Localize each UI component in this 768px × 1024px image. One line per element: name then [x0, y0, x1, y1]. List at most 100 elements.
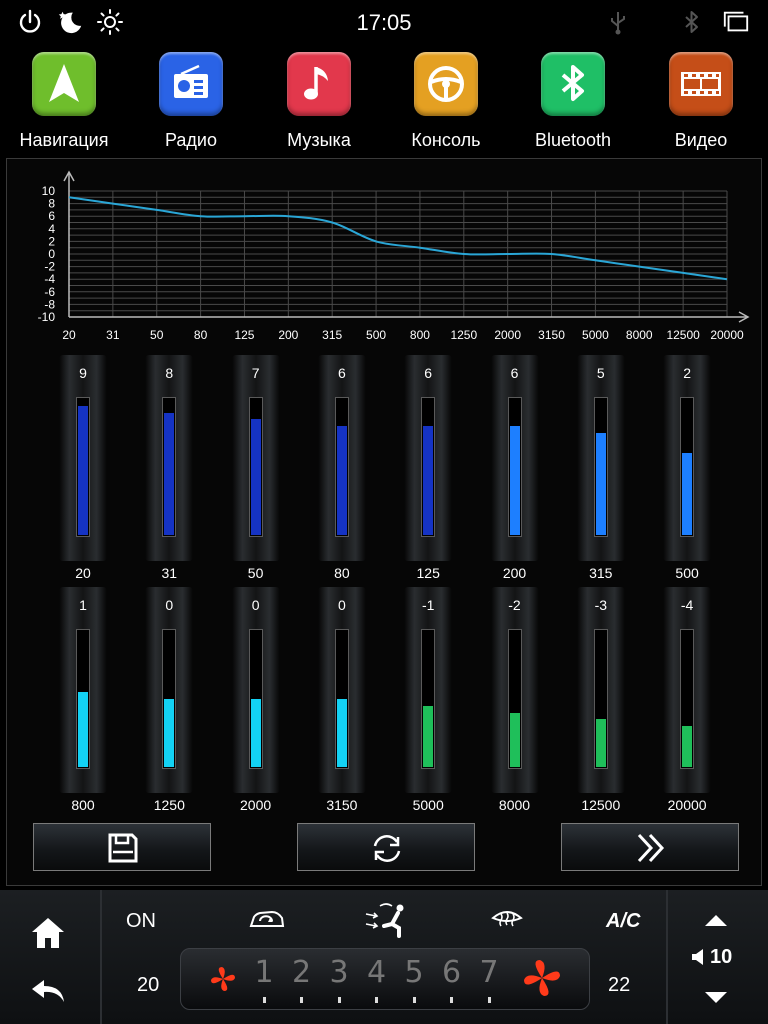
eq-slider-fill — [164, 699, 175, 767]
app-music[interactable]: Музыка — [256, 52, 382, 152]
x-tick-label: 50 — [150, 328, 164, 342]
eq-slider-track[interactable] — [76, 629, 90, 769]
volume-down-icon[interactable] — [702, 990, 730, 1006]
eq-slider-20000[interactable]: -4 — [663, 587, 712, 793]
volume-level: 10 — [710, 946, 733, 968]
eq-slider-5000[interactable]: -1 — [404, 587, 453, 793]
eq-slider-315[interactable]: 5 — [576, 355, 625, 561]
app-label: Навигация — [19, 130, 109, 150]
eq-slider-31[interactable]: 8 — [145, 355, 194, 561]
fan-level-3[interactable]: 3 — [324, 955, 354, 990]
eq-slider-track[interactable] — [421, 397, 436, 537]
eq-slider-track[interactable] — [593, 629, 608, 769]
eq-slider-200[interactable]: 6 — [490, 355, 539, 561]
eq-slider-track[interactable] — [421, 629, 436, 769]
steering-wheel-icon — [428, 66, 464, 102]
fan-level-tick — [412, 997, 416, 1003]
eq-slider-3150[interactable]: 0 — [317, 587, 366, 793]
next-button[interactable] — [561, 823, 739, 871]
eq-slider-12500[interactable]: -3 — [576, 587, 625, 793]
app-launcher: Навигация Радио Музыка Консоль Bluetooth… — [0, 46, 768, 152]
x-tick-label: 12500 — [666, 328, 700, 342]
eq-band-frequency: 125 — [416, 565, 440, 581]
eq-slider-track[interactable] — [507, 629, 522, 769]
eq-slider-50[interactable]: 7 — [231, 355, 280, 561]
app-tile[interactable] — [414, 52, 478, 116]
x-tick-label: 200 — [278, 328, 298, 342]
eq-slider-track[interactable] — [162, 397, 177, 537]
x-tick-label: 5000 — [582, 328, 609, 342]
eq-slider-track[interactable] — [507, 397, 522, 537]
eq-slider-track[interactable] — [248, 397, 263, 537]
x-tick-label: 315 — [322, 328, 342, 342]
eq-slider-track[interactable] — [334, 397, 349, 537]
save-button[interactable] — [33, 823, 211, 871]
right-temperature[interactable]: 22 — [608, 974, 630, 997]
eq-slider-fill — [164, 413, 175, 535]
x-tick-label: 3150 — [538, 328, 565, 342]
eq-slider-value: 8 — [165, 365, 174, 381]
app-video[interactable]: Видео — [638, 52, 764, 152]
ac-button[interactable]: A/C — [606, 910, 640, 933]
app-tile[interactable] — [159, 52, 223, 116]
x-tick-label: 20 — [62, 328, 76, 342]
fan-level-5[interactable]: 5 — [399, 955, 429, 990]
app-tile[interactable] — [669, 52, 733, 116]
eq-slider-track[interactable] — [680, 397, 695, 537]
fan-level-tick — [337, 997, 341, 1003]
reset-button[interactable] — [297, 823, 475, 871]
eq-slider-fill — [423, 426, 434, 535]
fan-level-tick — [300, 997, 303, 1003]
fan-level-2[interactable]: 2 — [287, 955, 317, 990]
volume-up-icon[interactable] — [702, 912, 730, 928]
eq-slider-track[interactable] — [76, 397, 90, 537]
app-radio[interactable]: Радио — [128, 52, 254, 152]
x-tick-label: 8000 — [626, 328, 653, 342]
eq-slider-track[interactable] — [162, 629, 177, 769]
eq-slider-125[interactable]: 6 — [404, 355, 453, 561]
eq-band-frequency: 12500 — [581, 797, 621, 813]
eq-slider-800[interactable]: 1 — [59, 587, 107, 793]
eq-slider-1250[interactable]: 0 — [145, 587, 194, 793]
eq-slider-80[interactable]: 6 — [317, 355, 366, 561]
app-tile[interactable] — [287, 52, 351, 116]
fan-level-4[interactable]: 4 — [362, 955, 392, 990]
fan-level-tick — [487, 997, 491, 1003]
airflow-mode-icon[interactable] — [362, 902, 410, 938]
climate-bar: ON A/C 20 123456 7 22 10 — [0, 890, 768, 1024]
left-temperature[interactable]: 20 — [137, 974, 159, 997]
eq-band-frequency: 800 — [71, 797, 95, 813]
windows-icon[interactable] — [722, 8, 750, 36]
app-tile[interactable] — [32, 52, 96, 116]
eq-slider-track[interactable] — [680, 629, 695, 769]
app-bluetooth[interactable]: Bluetooth — [510, 52, 636, 152]
eq-slider-fill — [78, 406, 88, 535]
fan-level-1[interactable]: 1 — [249, 955, 279, 990]
eq-slider-500[interactable]: 2 — [663, 355, 712, 561]
app-tile[interactable] — [541, 52, 605, 116]
fan-level-6[interactable]: 6 — [437, 955, 467, 990]
app-console[interactable]: Консоль — [383, 52, 509, 152]
fan-level-tick — [450, 997, 453, 1003]
app-navigation[interactable]: Навигация — [1, 52, 127, 152]
eq-band-frequency: 200 — [502, 565, 527, 581]
back-icon[interactable] — [30, 976, 68, 1006]
eq-slider-8000[interactable]: -2 — [490, 587, 539, 793]
app-label: Видео — [674, 130, 728, 150]
eq-slider-20[interactable]: 9 — [59, 355, 107, 561]
fan-speed-bar[interactable]: 1234567 — [180, 948, 590, 1010]
eq-band-frequency: 1250 — [153, 797, 185, 813]
fan-icon — [211, 967, 235, 991]
fan-level-7[interactable]: 7 — [474, 955, 504, 990]
eq-slider-track[interactable] — [334, 629, 349, 769]
home-icon[interactable] — [30, 916, 66, 950]
climate-on-button[interactable]: ON — [126, 910, 156, 933]
save-icon — [108, 833, 138, 863]
air-recirculation-icon[interactable] — [248, 906, 286, 934]
eq-slider-fill — [78, 692, 88, 767]
eq-slider-track[interactable] — [593, 397, 608, 537]
eq-slider-track[interactable] — [248, 629, 263, 769]
eq-slider-2000[interactable]: 0 — [231, 587, 280, 793]
defrost-icon[interactable] — [490, 904, 524, 934]
radio-icon — [174, 64, 208, 98]
